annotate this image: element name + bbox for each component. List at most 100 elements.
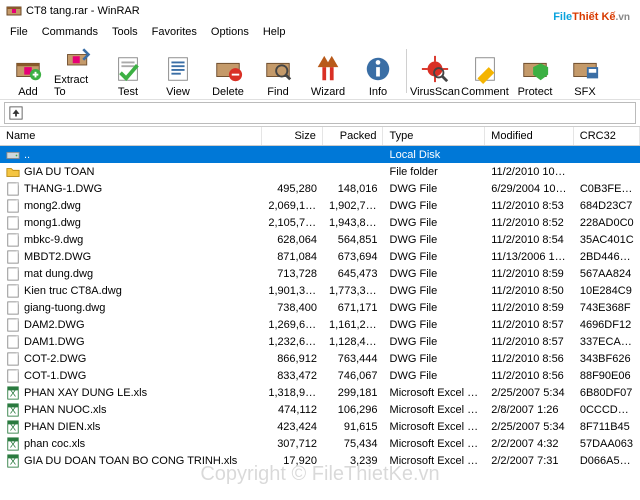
- drive-icon: [6, 148, 20, 162]
- info-button[interactable]: Info: [354, 44, 402, 98]
- file-crc: 743E368F: [574, 302, 640, 314]
- sfx-button[interactable]: SFX: [561, 44, 609, 98]
- file-size: 833,472: [262, 370, 323, 382]
- delete-button[interactable]: Delete: [204, 44, 252, 98]
- file-modified: 11/2/2010 8:57: [485, 319, 574, 331]
- xls-icon: X: [6, 403, 20, 417]
- file-size: 1,318,912: [262, 387, 323, 399]
- table-row[interactable]: ..Local Disk: [0, 146, 640, 163]
- file-name: mat dung.dwg: [24, 268, 93, 280]
- comment-button[interactable]: Comment: [461, 44, 509, 98]
- file-crc: 228AD0C0: [574, 217, 640, 229]
- column-headers: Name Size Packed Type Modified CRC32: [0, 126, 640, 146]
- wizard-button[interactable]: Wizard: [304, 44, 352, 98]
- file-type: DWG File: [384, 302, 486, 314]
- menu-options[interactable]: Options: [205, 24, 255, 40]
- protect-button[interactable]: Protect: [511, 44, 559, 98]
- table-row[interactable]: Xphan coc.xls307,71275,434Microsoft Exce…: [0, 435, 640, 452]
- header-size[interactable]: Size: [262, 127, 323, 145]
- table-row[interactable]: Kien truc CT8A.dwg1,901,3121,773,385DWG …: [0, 282, 640, 299]
- file-packed: 148,016: [323, 183, 384, 195]
- table-row[interactable]: THANG-1.DWG495,280148,016DWG File6/29/20…: [0, 180, 640, 197]
- menu-tools[interactable]: Tools: [106, 24, 144, 40]
- file-modified: 6/29/2004 10:5...: [485, 183, 574, 195]
- menu-commands[interactable]: Commands: [36, 24, 104, 40]
- file-modified: 2/25/2007 5:34: [485, 387, 574, 399]
- file-type: Microsoft Excel 97...: [384, 438, 486, 450]
- table-row[interactable]: mbkc-9.dwg628,064564,851DWG File11/2/201…: [0, 231, 640, 248]
- table-row[interactable]: DAM1.DWG1,232,6721,128,421DWG File11/2/2…: [0, 333, 640, 350]
- file-size: 474,112: [262, 404, 323, 416]
- menu-file[interactable]: File: [4, 24, 34, 40]
- file-modified: 11/13/2006 10:...: [485, 251, 574, 263]
- file-size: 423,424: [262, 421, 323, 433]
- file-packed: 75,434: [323, 438, 384, 450]
- file-packed: 673,694: [323, 251, 384, 263]
- wizard-icon: [313, 54, 343, 84]
- menu-help[interactable]: Help: [257, 24, 292, 40]
- table-row[interactable]: GIA DU TOANFile folder11/2/2010 10:0...: [0, 163, 640, 180]
- table-row[interactable]: giang-tuong.dwg738,400671,171DWG File11/…: [0, 299, 640, 316]
- header-crc32[interactable]: CRC32: [574, 127, 640, 145]
- table-row[interactable]: MBDT2.DWG871,084673,694DWG File11/13/200…: [0, 248, 640, 265]
- xls-icon: X: [6, 437, 20, 451]
- file-size: 871,084: [262, 251, 323, 263]
- file-name: MBDT2.DWG: [24, 251, 91, 263]
- table-row[interactable]: mong1.dwg2,105,7281,943,858DWG File11/2/…: [0, 214, 640, 231]
- file-modified: 11/2/2010 8:56: [485, 370, 574, 382]
- info-icon: [363, 54, 393, 84]
- header-type[interactable]: Type: [383, 127, 485, 145]
- svg-text:X: X: [10, 439, 17, 450]
- file-type: DWG File: [384, 217, 486, 229]
- test-button[interactable]: Test: [104, 44, 152, 98]
- file-modified: 11/2/2010 8:57: [485, 336, 574, 348]
- file-packed: 671,171: [323, 302, 384, 314]
- file-crc: 8F711B45: [574, 421, 640, 433]
- comment-icon: [470, 54, 500, 84]
- table-row[interactable]: COT-2.DWG866,912763,444DWG File11/2/2010…: [0, 350, 640, 367]
- file-crc: C0B3FE4F: [574, 183, 640, 195]
- dwg-icon: [6, 284, 20, 298]
- header-modified[interactable]: Modified: [485, 127, 574, 145]
- extract-icon: [63, 44, 93, 72]
- titlebar: CT8 tang.rar - WinRAR: [0, 0, 640, 22]
- view-button[interactable]: View: [154, 44, 202, 98]
- add-button[interactable]: Add: [4, 44, 52, 98]
- toolbar: Add Extract To Test View Delete Find Wiz…: [0, 42, 640, 100]
- find-button[interactable]: Find: [254, 44, 302, 98]
- up-icon[interactable]: [9, 106, 23, 120]
- file-name: DAM2.DWG: [24, 319, 85, 331]
- dwg-icon: [6, 199, 20, 213]
- svg-text:X: X: [10, 405, 17, 416]
- header-packed[interactable]: Packed: [323, 127, 384, 145]
- file-size: 495,280: [262, 183, 323, 195]
- protect-icon: [520, 54, 550, 84]
- table-row[interactable]: XPHAN XAY DUNG LE.xls1,318,912299,181Mic…: [0, 384, 640, 401]
- file-packed: 1,161,242: [323, 319, 384, 331]
- file-crc: 6B80DF07: [574, 387, 640, 399]
- table-row[interactable]: mong2.dwg2,069,1841,902,729DWG File11/2/…: [0, 197, 640, 214]
- dwg-icon: [6, 318, 20, 332]
- virusscan-button[interactable]: VirusScan: [411, 44, 459, 98]
- table-row[interactable]: DAM2.DWG1,269,6641,161,242DWG File11/2/2…: [0, 316, 640, 333]
- file-list[interactable]: ..Local DiskGIA DU TOANFile folder11/2/2…: [0, 146, 640, 500]
- menu-favorites[interactable]: Favorites: [146, 24, 203, 40]
- file-crc: 0CCCDD62: [574, 404, 640, 416]
- window-title: CT8 tang.rar - WinRAR: [26, 5, 140, 17]
- file-type: Microsoft Excel 97...: [384, 404, 486, 416]
- table-row[interactable]: XPHAN DIEN.xls423,42491,615Microsoft Exc…: [0, 418, 640, 435]
- file-size: 866,912: [262, 353, 323, 365]
- xls-icon: X: [6, 386, 20, 400]
- dwg-icon: [6, 335, 20, 349]
- file-name: mong1.dwg: [24, 217, 81, 229]
- delete-icon: [213, 54, 243, 84]
- header-name[interactable]: Name: [0, 127, 262, 145]
- pathbar[interactable]: [4, 102, 636, 124]
- menubar: File Commands Tools Favorites Options He…: [0, 22, 640, 42]
- file-packed: 299,181: [323, 387, 384, 399]
- file-modified: 2/8/2007 1:26: [485, 404, 574, 416]
- extract-button[interactable]: Extract To: [54, 44, 102, 98]
- table-row[interactable]: XPHAN NUOC.xls474,112106,296Microsoft Ex…: [0, 401, 640, 418]
- table-row[interactable]: mat dung.dwg713,728645,473DWG File11/2/2…: [0, 265, 640, 282]
- table-row[interactable]: COT-1.DWG833,472746,067DWG File11/2/2010…: [0, 367, 640, 384]
